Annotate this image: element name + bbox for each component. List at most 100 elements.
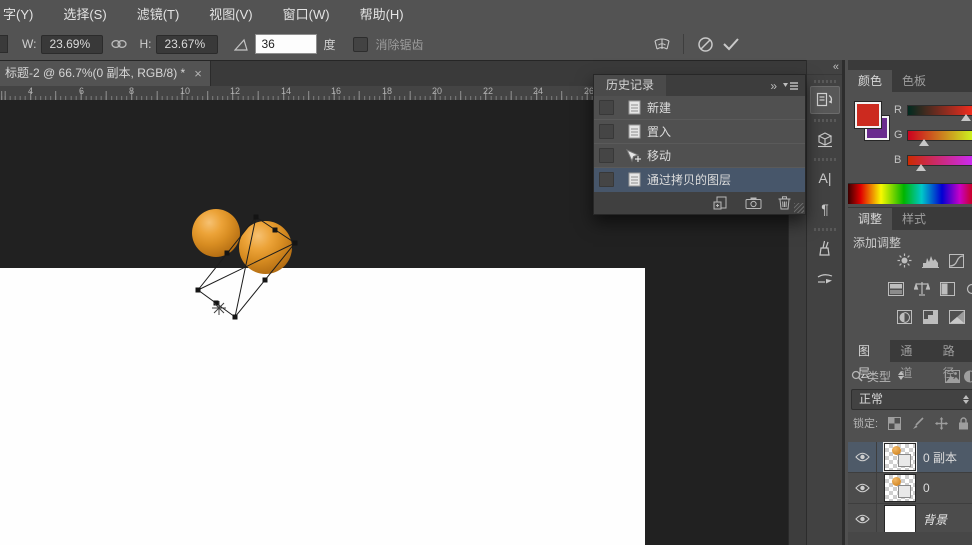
- history-source-checkbox[interactable]: [599, 148, 614, 163]
- new-snapshot-camera-icon[interactable]: [745, 197, 762, 209]
- rotate-angle-icon: [234, 38, 249, 51]
- history-step-move[interactable]: 移动: [594, 144, 805, 168]
- brush-panel-icon[interactable]: [810, 234, 840, 262]
- lock-transparency-icon[interactable]: [888, 417, 901, 430]
- paragraph-panel-icon[interactable]: ¶: [810, 195, 840, 223]
- dock-group-grip[interactable]: [814, 119, 836, 122]
- history-source-checkbox[interactable]: [599, 172, 614, 187]
- history-source-checkbox[interactable]: [599, 100, 614, 115]
- expand-panels-icon[interactable]: «: [807, 60, 843, 75]
- history-step-layer-via-copy[interactable]: 通过拷贝的图层: [594, 168, 805, 192]
- filter-pixel-layers-icon[interactable]: [945, 370, 960, 383]
- history-panel-tab[interactable]: 历史记录: [594, 75, 666, 96]
- layer-thumbnail[interactable]: [884, 474, 916, 502]
- rotation-angle-input[interactable]: 36: [255, 34, 317, 54]
- layer-name[interactable]: 0: [923, 481, 930, 495]
- history-step-new[interactable]: 新建: [594, 96, 805, 120]
- ruler-tick: 6: [79, 86, 84, 96]
- layer-row-0[interactable]: 0: [848, 473, 972, 504]
- panel-menu-icon[interactable]: [783, 81, 799, 90]
- close-tab-icon[interactable]: ×: [194, 68, 202, 80]
- history-step-place[interactable]: 置入: [594, 120, 805, 144]
- tab-adjustments[interactable]: 调整: [848, 208, 892, 230]
- visibility-eye-icon[interactable]: [848, 442, 877, 472]
- tab-swatches[interactable]: 色板: [892, 70, 936, 92]
- green-slider-handle[interactable]: [919, 139, 929, 146]
- new-document-from-state-icon[interactable]: [713, 196, 729, 210]
- history-panel-icon[interactable]: [810, 86, 840, 114]
- history-source-checkbox[interactable]: [599, 124, 614, 139]
- antialias-checkbox[interactable]: [353, 37, 368, 52]
- link-dimensions-icon[interactable]: [111, 39, 127, 49]
- menu-item-select[interactable]: 选择(S): [48, 1, 121, 28]
- brush-presets-panel-icon[interactable]: [810, 265, 840, 293]
- lock-paint-brush-icon[interactable]: [911, 417, 925, 430]
- menu-item-help[interactable]: 帮助(H): [345, 1, 419, 28]
- height-field[interactable]: 23.67%: [156, 35, 218, 54]
- menu-item-view[interactable]: 视图(V): [194, 1, 267, 28]
- lock-position-icon[interactable]: [935, 417, 948, 430]
- commit-transform-button[interactable]: [718, 33, 744, 55]
- menu-item-window[interactable]: 窗口(W): [268, 1, 345, 28]
- collapse-panel-icon[interactable]: »: [770, 79, 777, 93]
- tab-channels[interactable]: 通道: [890, 340, 932, 362]
- history-panel-footer: [594, 192, 805, 214]
- canvas[interactable]: [0, 268, 645, 545]
- green-channel-label: G: [894, 129, 903, 141]
- vibrance-icon[interactable]: [887, 281, 904, 296]
- adjustment-icon-row: [896, 253, 972, 268]
- levels-icon[interactable]: [922, 253, 939, 268]
- history-panel-header: 历史记录 »: [594, 75, 805, 96]
- filter-adjustment-layers-icon[interactable]: [964, 370, 972, 383]
- warp-mode-toggle-button[interactable]: [649, 33, 675, 55]
- red-slider-handle[interactable]: [961, 114, 971, 121]
- layer-thumbnail[interactable]: [884, 505, 916, 533]
- antialias-label: 消除锯齿: [375, 36, 423, 53]
- filter-kind-dropdown[interactable]: 类型: [867, 368, 891, 385]
- layer-row-background[interactable]: 背景: [848, 504, 972, 535]
- layer-name[interactable]: 背景: [923, 511, 947, 528]
- delete-state-trash-icon[interactable]: [778, 196, 791, 210]
- color-balance-icon[interactable]: [939, 281, 956, 296]
- ruler-tick: 10: [180, 86, 190, 96]
- panel-resize-grip[interactable]: [794, 203, 804, 213]
- visibility-eye-icon[interactable]: [848, 504, 877, 534]
- tab-color[interactable]: 颜色: [848, 70, 892, 92]
- menu-item-type[interactable]: 字(Y): [0, 1, 48, 28]
- layer-row-0-copy[interactable]: 0 副本: [848, 442, 972, 473]
- curves-icon[interactable]: [948, 253, 965, 268]
- brightness-contrast-icon[interactable]: [896, 253, 913, 268]
- character-panel-icon[interactable]: A|: [810, 164, 840, 192]
- dock-group-grip[interactable]: [814, 80, 836, 83]
- layer-name[interactable]: 0 副本: [923, 449, 957, 466]
- tab-layers[interactable]: 图层: [848, 340, 890, 362]
- document-tab[interactable]: 标题-2 @ 66.7%(0 副本, RGB/8) * ×: [0, 61, 211, 86]
- adjustment-icon-row: [896, 309, 972, 324]
- width-field[interactable]: 23.69%: [41, 35, 103, 54]
- menu-item-filter[interactable]: 滤镜(T): [122, 1, 195, 28]
- filter-kind-spinner[interactable]: [895, 369, 905, 383]
- tab-styles[interactable]: 样式: [892, 208, 936, 230]
- layer-filter-row: 类型: [851, 367, 972, 385]
- posterize-icon[interactable]: [922, 309, 939, 324]
- photo-filter-icon[interactable]: [965, 281, 972, 296]
- history-step-label: 置入: [647, 123, 671, 140]
- gradient-map-icon[interactable]: [948, 309, 965, 324]
- layer-thumbnail[interactable]: [884, 443, 916, 471]
- adjustments-panel-tabs: 调整 样式: [848, 207, 972, 230]
- dock-group-grip[interactable]: [814, 158, 836, 161]
- properties-panel-icon[interactable]: [810, 125, 840, 153]
- dock-group-grip[interactable]: [814, 228, 836, 231]
- blue-slider-handle[interactable]: [916, 164, 926, 171]
- visibility-eye-icon[interactable]: [848, 473, 877, 503]
- hue-saturation-icon[interactable]: [913, 281, 930, 296]
- invert-icon[interactable]: [896, 309, 913, 324]
- lock-all-icon[interactable]: [958, 417, 969, 430]
- blend-mode-dropdown[interactable]: 正常: [851, 389, 972, 410]
- reference-point-icon[interactable]: [0, 35, 8, 53]
- green-slider-track[interactable]: [907, 130, 972, 141]
- cancel-transform-button[interactable]: [692, 33, 718, 55]
- color-spectrum-ramp[interactable]: [848, 183, 972, 204]
- red-channel-label: R: [894, 104, 902, 116]
- tab-paths[interactable]: 路径: [933, 340, 972, 362]
